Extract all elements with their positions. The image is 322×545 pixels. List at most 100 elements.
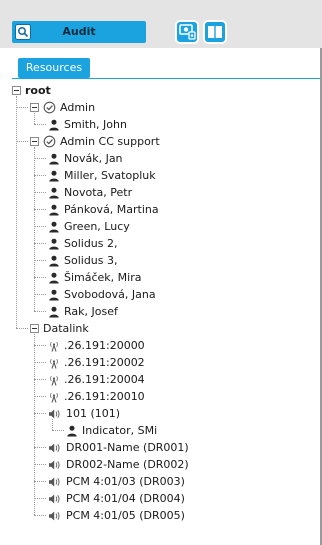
tree-connector-line [34,277,46,278]
tree-item[interactable]: 101 (101) [48,405,120,422]
user-icon [49,204,59,215]
tree-connector-line [34,209,46,210]
tree-node-label: Admin CC support [60,135,160,148]
tree-item[interactable]: Novák, Jan [48,150,123,167]
book-view-button[interactable] [203,20,227,44]
tree-item[interactable]: .26.191:20004 [48,371,145,388]
user-icon [49,238,59,249]
speaker-icon [49,477,60,486]
tree-connector-line [34,175,46,176]
tree-connector-line [34,311,46,312]
tree-node-label: Green, Lucy [64,220,130,233]
antenna-icon [50,358,58,369]
tree-item[interactable]: Novota, Petr [48,184,132,201]
tree-connector-line [34,113,35,124]
tree-node-label: Indicator, SMi [82,424,158,437]
tree-node-label: Novota, Petr [64,186,133,199]
tree-item[interactable]: Indicator, SMi [66,422,157,439]
tree-node-label: Admin [60,101,96,114]
tree-node-label: .26.191:20000 [64,339,145,352]
tab-resources[interactable]: Resources [18,58,90,78]
user-icon [49,306,59,317]
speaker-icon [49,494,60,503]
tree-connector-line [16,141,28,142]
tree-node-label: PCM 4:01/04 (DR004) [66,492,185,505]
tree-node-label: .26.191:20004 [64,373,145,386]
tree-connector-line [34,379,46,380]
antenna-icon [50,341,58,352]
tree-node-label: Datalink [43,322,89,335]
tree-item[interactable]: PCM 4:01/04 (DR004) [48,490,185,507]
monitor-view-button[interactable] [175,20,199,44]
user-icon [49,272,59,283]
speaker-icon [49,460,60,469]
group-check-icon [43,135,56,148]
user-icon [49,289,59,300]
speaker-icon [49,409,60,418]
resource-tree: root Admin Smith, John Admin CC support Nová… [0,80,320,545]
speaker-icon [49,443,60,452]
tree-item[interactable]: DR001-Name (DR001) [48,439,189,456]
tree-item[interactable]: Rak, Josef [48,303,118,320]
audit-button[interactable]: Audit [12,21,146,43]
user-icon [49,153,59,164]
tree-item[interactable]: Šimáček, Mira [48,269,141,286]
tree-item[interactable]: Smith, John [48,116,127,133]
tree-node-label: .26.191:20010 [64,390,145,403]
tree-node-label: Miller, Svatopluk [64,169,156,182]
tree-node-label: Solidus 3, [64,254,118,267]
tree-connector-line [34,147,35,311]
user-icon [49,221,59,232]
tree-node-label: Pánková, Martina [64,203,159,216]
tree-connector-line [34,396,46,397]
tree-node-label: DR001-Name (DR001) [66,441,189,454]
tree-node-label: PCM 4:01/05 (DR005) [66,509,185,522]
tree-node-label: 101 (101) [66,407,121,420]
tree-item[interactable]: Green, Lucy [48,218,130,235]
monitor-icon [179,24,196,40]
user-icon [49,255,59,266]
collapse-toggle[interactable] [30,137,39,146]
user-icon [49,119,59,130]
audit-label: Audit [62,25,96,38]
tree-connector-line [34,481,46,482]
tree-item[interactable]: .26.191:20000 [48,337,145,354]
tree-item[interactable]: Solidus 3, [48,252,118,269]
tree-item[interactable]: Miller, Svatopluk [48,167,156,184]
tree-connector-line [34,226,46,227]
tree-node-label: Svobodová, Jana [64,288,156,301]
tree-item[interactable]: .26.191:20002 [48,354,145,371]
tree-connector-line [34,243,46,244]
tree-node-label: Šimáček, Mira [64,271,142,284]
tree-item[interactable]: DR002-Name (DR002) [48,456,189,473]
tab-underline [12,78,320,79]
tree-connector-line [52,419,53,430]
tree-connector-line [34,345,46,346]
tree-node-label: Solidus 2, [64,237,118,250]
collapse-toggle[interactable] [30,103,39,112]
tree-connector-line [34,498,46,499]
collapse-toggle[interactable] [12,86,21,95]
antenna-icon [50,375,58,386]
tree-node-label: root [25,84,51,97]
tree-item[interactable]: PCM 4:01/03 (DR003) [48,473,185,490]
speaker-icon [49,511,60,520]
tree-group[interactable]: Datalink [30,320,89,337]
collapse-toggle[interactable] [30,324,39,333]
tree-root[interactable]: root [12,82,51,99]
tree-group[interactable]: Admin [30,99,95,116]
tree-group[interactable]: Admin CC support [30,133,160,150]
tree-item[interactable]: Svobodová, Jana [48,286,156,303]
tree-item[interactable]: Pánková, Martina [48,201,159,218]
tree-connector-line [34,334,35,515]
tree-connector-line [34,294,46,295]
user-icon [49,187,59,198]
tree-connector-line [34,464,46,465]
user-icon [67,425,77,436]
tree-item[interactable]: .26.191:20010 [48,388,145,405]
tree-item[interactable]: Solidus 2, [48,235,118,252]
tree-connector-line [16,96,17,328]
user-icon [49,170,59,181]
tree-connector-line [34,413,46,414]
tree-item[interactable]: PCM 4:01/05 (DR005) [48,507,185,524]
